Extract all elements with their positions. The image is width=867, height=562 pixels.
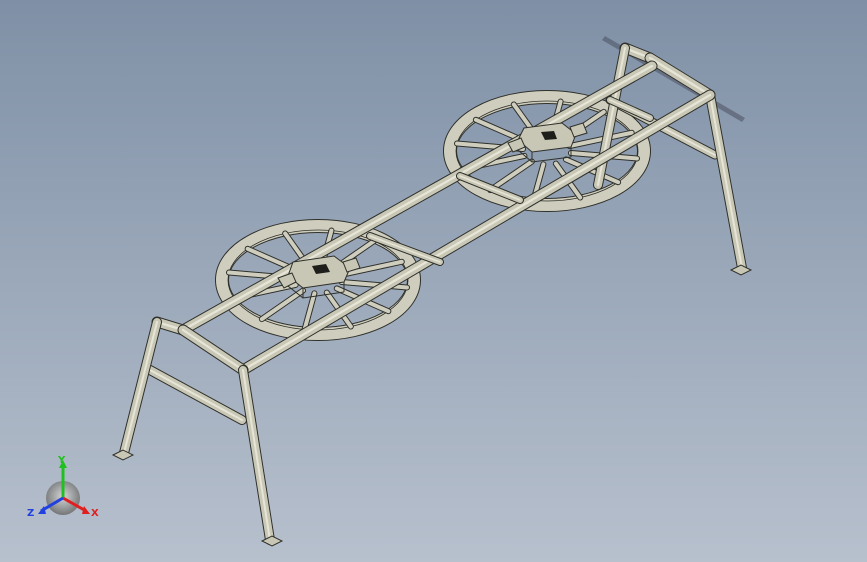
left-frame-leg-rear-highlight bbox=[242, 369, 271, 541]
x-axis-arrowhead bbox=[82, 506, 90, 514]
x-axis-label: X bbox=[91, 508, 99, 519]
left-frame-diagonal[interactable] bbox=[177, 324, 249, 376]
left-frame-diagonal-highlight bbox=[181, 328, 245, 372]
frame-structure[interactable] bbox=[111, 42, 753, 547]
right-frame-diagonal-highlight bbox=[648, 56, 712, 97]
left-frame-leg-front-highlight bbox=[123, 321, 158, 454]
disc-spoke bbox=[488, 159, 534, 193]
left-frame-leg-front[interactable] bbox=[119, 317, 162, 458]
coordinate-triad[interactable]: Y X Z bbox=[27, 455, 99, 519]
disc-spoke bbox=[259, 288, 306, 322]
left-frame-brace-highlight bbox=[149, 369, 243, 421]
cad-viewport[interactable]: Y X Z bbox=[0, 0, 867, 562]
z-axis-label: Z bbox=[27, 508, 34, 519]
right-frame-foot-rear bbox=[729, 264, 753, 276]
model-graphics[interactable]: Y X Z bbox=[0, 0, 867, 562]
left-frame-leg-rear[interactable] bbox=[238, 365, 275, 545]
left-frame-foot-front bbox=[111, 449, 135, 461]
right-frame-leg-rear-highlight bbox=[709, 94, 743, 269]
left-frame-brace[interactable] bbox=[145, 365, 247, 425]
right-frame-diagonal[interactable] bbox=[644, 52, 716, 101]
y-axis-label: Y bbox=[57, 455, 66, 466]
right-frame-leg-rear[interactable] bbox=[705, 90, 747, 273]
